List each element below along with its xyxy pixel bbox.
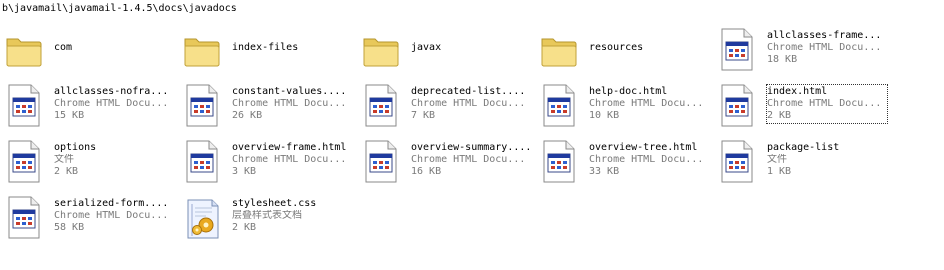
- list-item-stylesheet-css[interactable]: stylesheet.css 层叠样式表文档 2 KB: [178, 192, 356, 239]
- html-document-icon: [539, 140, 579, 183]
- html-document-icon: [4, 140, 44, 183]
- list-item-overview-summary[interactable]: overview-summary.... Chrome HTML Docu...…: [357, 136, 535, 183]
- file-list: com index-files javax resources allclass…: [0, 0, 944, 270]
- html-document-icon: [361, 140, 401, 183]
- item-size: 33 KB: [589, 166, 620, 177]
- list-item-allclasses-noframe[interactable]: allclasses-nofra... Chrome HTML Docu... …: [0, 80, 178, 127]
- html-document-icon: [717, 140, 757, 183]
- item-name: overview-summary....: [411, 142, 532, 153]
- list-item-index-files[interactable]: index-files: [178, 26, 356, 72]
- list-item-resources[interactable]: resources: [535, 26, 713, 72]
- item-name: stylesheet.css: [232, 198, 317, 209]
- item-size: 15 KB: [54, 110, 85, 121]
- folder-icon: [4, 30, 44, 70]
- item-name: index-files: [232, 42, 299, 53]
- item-name: resources: [589, 42, 644, 53]
- list-item-com[interactable]: com: [0, 26, 178, 72]
- item-type: Chrome HTML Docu...: [232, 98, 347, 109]
- item-name: com: [54, 42, 73, 53]
- html-document-icon: [182, 140, 222, 183]
- css-document-icon: [182, 196, 222, 239]
- item-name: serialized-form....: [54, 198, 169, 209]
- item-name: deprecated-list....: [411, 86, 526, 97]
- item-type: 文件: [54, 154, 74, 165]
- folder-icon: [539, 30, 579, 70]
- item-name: package-list: [767, 142, 840, 153]
- item-name: overview-tree.html: [589, 142, 698, 153]
- item-name: help-doc.html: [589, 86, 668, 97]
- item-size: 26 KB: [232, 110, 263, 121]
- item-size: 2 KB: [232, 222, 257, 233]
- list-item-javax[interactable]: javax: [357, 26, 535, 72]
- list-item-constant-values[interactable]: constant-values.... Chrome HTML Docu... …: [178, 80, 356, 127]
- item-name: allclasses-frame...: [767, 30, 882, 41]
- list-item-package-list[interactable]: package-list 文件 1 KB: [713, 136, 891, 183]
- item-size: 1 KB: [767, 166, 792, 177]
- html-document-icon: [361, 84, 401, 127]
- item-name: javax: [411, 42, 442, 53]
- item-name: allclasses-nofra...: [54, 86, 169, 97]
- item-size: 2 KB: [54, 166, 79, 177]
- list-item-index-html[interactable]: index.html Chrome HTML Docu... 2 KB: [713, 80, 891, 127]
- item-name: overview-frame.html: [232, 142, 347, 153]
- item-type: Chrome HTML Docu...: [54, 98, 169, 109]
- item-size: 3 KB: [232, 166, 257, 177]
- list-item-deprecated-list[interactable]: deprecated-list.... Chrome HTML Docu... …: [357, 80, 535, 127]
- item-type: Chrome HTML Docu...: [767, 42, 882, 53]
- list-item-serialized-form[interactable]: serialized-form.... Chrome HTML Docu... …: [0, 192, 178, 239]
- html-document-icon: [4, 84, 44, 127]
- item-size: 16 KB: [411, 166, 442, 177]
- html-document-icon: [4, 196, 44, 239]
- item-type: 层叠样式表文档: [232, 210, 302, 221]
- item-type: Chrome HTML Docu...: [767, 98, 882, 109]
- html-document-icon: [717, 28, 757, 71]
- folder-icon: [182, 30, 222, 70]
- list-item-allclasses-frame[interactable]: allclasses-frame... Chrome HTML Docu... …: [713, 24, 891, 71]
- list-item-help-doc[interactable]: help-doc.html Chrome HTML Docu... 10 KB: [535, 80, 713, 127]
- item-type: Chrome HTML Docu...: [54, 210, 169, 221]
- item-name: index.html: [767, 86, 828, 97]
- item-size: 10 KB: [589, 110, 620, 121]
- item-type: 文件: [767, 154, 787, 165]
- html-document-icon: [717, 84, 757, 127]
- item-size: 7 KB: [411, 110, 436, 121]
- item-size: 58 KB: [54, 222, 85, 233]
- item-name: constant-values....: [232, 86, 347, 97]
- html-document-icon: [539, 84, 579, 127]
- list-item-options[interactable]: options 文件 2 KB: [0, 136, 178, 183]
- item-type: Chrome HTML Docu...: [232, 154, 347, 165]
- item-type: Chrome HTML Docu...: [411, 154, 526, 165]
- folder-icon: [361, 30, 401, 70]
- item-type: Chrome HTML Docu...: [589, 98, 704, 109]
- item-type: Chrome HTML Docu...: [589, 154, 704, 165]
- list-item-overview-frame[interactable]: overview-frame.html Chrome HTML Docu... …: [178, 136, 356, 183]
- item-name: options: [54, 142, 97, 153]
- list-item-overview-tree[interactable]: overview-tree.html Chrome HTML Docu... 3…: [535, 136, 713, 183]
- item-size: 18 KB: [767, 54, 798, 65]
- item-type: Chrome HTML Docu...: [411, 98, 526, 109]
- html-document-icon: [182, 84, 222, 127]
- item-size: 2 KB: [767, 110, 792, 121]
